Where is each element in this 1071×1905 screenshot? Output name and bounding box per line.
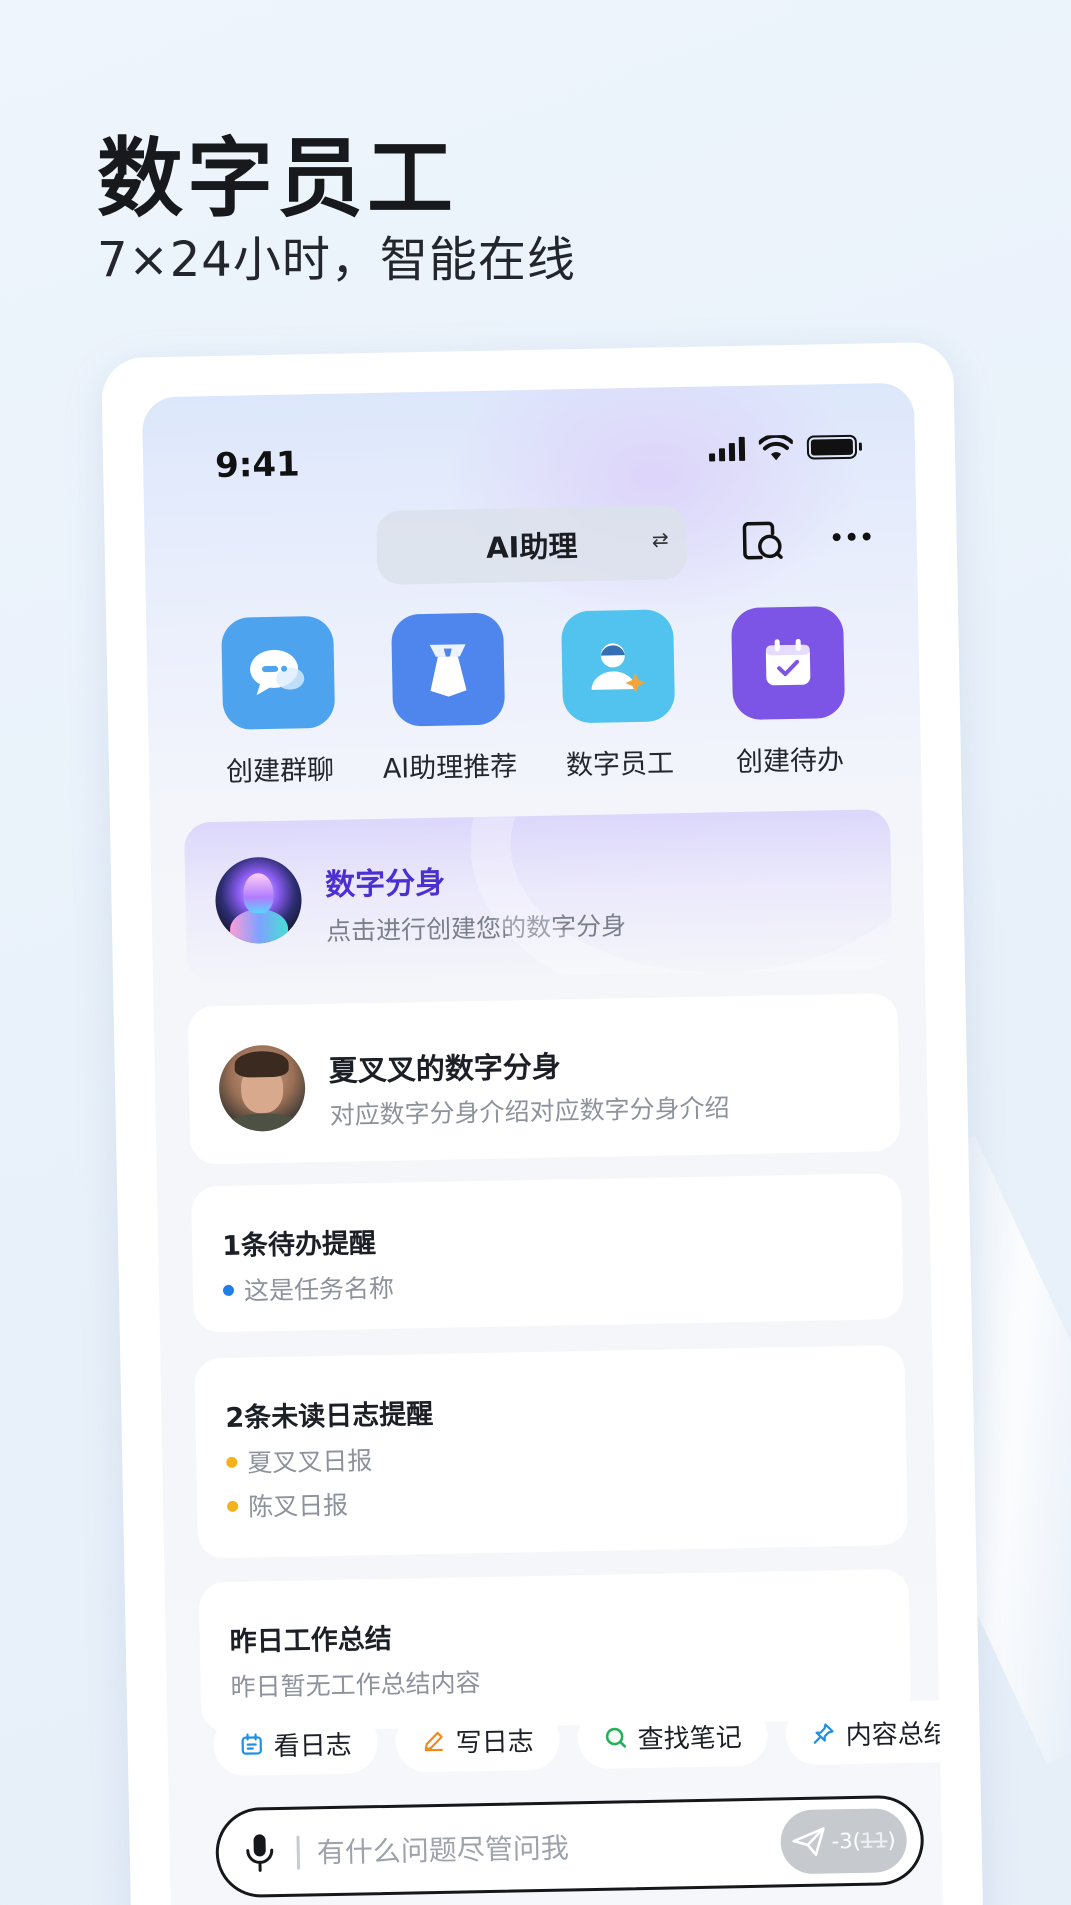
- todo-title: 1条待办提醒: [221, 1228, 377, 1263]
- battery-icon: [806, 434, 858, 460]
- send-icon: [792, 1827, 825, 1857]
- search-icon: [605, 1727, 627, 1748]
- quick-action-label: 创建待办: [735, 744, 845, 779]
- todo-item: 这是任务名称: [222, 1269, 395, 1308]
- chat-history-icon[interactable]: [736, 513, 787, 564]
- quick-action-create-todo[interactable]: 创建待办: [712, 605, 865, 780]
- chip-label: 写日志: [455, 1726, 535, 1759]
- bullet-dot: [227, 1500, 239, 1512]
- clone-name: 夏叉叉的数字分身: [328, 1049, 562, 1088]
- chip-label: 内容总结: [845, 1718, 944, 1751]
- signal-icon: [709, 436, 746, 462]
- assistant-switcher-label: AI助理: [485, 529, 578, 565]
- phone-frame: 9:41 AI助理 ⇄ 创建群聊 AI助理推荐 数字员工 创建待办 数字分身 点…: [101, 341, 984, 1905]
- microphone-icon[interactable]: [242, 1832, 277, 1879]
- send-button[interactable]: -3(11): [780, 1807, 908, 1875]
- status-time: 9:41: [214, 444, 301, 487]
- quick-action-ai-recommend[interactable]: AI助理推荐: [372, 612, 525, 786]
- chat-input-bar: 有什么问题尽管问我 -3(11): [214, 1794, 925, 1899]
- send-count: -3(11): [831, 1828, 896, 1854]
- employee-icon: [561, 609, 676, 724]
- calendar-check-icon: [730, 605, 846, 721]
- hero-title: 数字员工: [97, 129, 457, 229]
- chip-content-summary[interactable]: 内容总结: [785, 1699, 944, 1766]
- todo-item-text: 这是任务名称: [243, 1273, 395, 1306]
- switch-arrows-icon: ⇄: [651, 527, 669, 552]
- hero-subtitle: 7×24小时，智能在线: [97, 232, 576, 288]
- avatar: [218, 1044, 306, 1133]
- log-item[interactable]: 夏叉叉日报: [226, 1441, 373, 1480]
- chip-view-log[interactable]: 看日志: [213, 1711, 379, 1777]
- top-actions: [736, 511, 877, 564]
- phone-screen: 9:41 AI助理 ⇄ 创建群聊 AI助理推荐 数字员工 创建待办 数字分身 点…: [141, 382, 944, 1905]
- summary-title: 昨日工作总结: [229, 1623, 393, 1658]
- tie-icon: [391, 612, 506, 727]
- quick-action-label: 数字员工: [565, 748, 675, 782]
- chip-write-log[interactable]: 写日志: [395, 1707, 561, 1773]
- more-icon[interactable]: [826, 511, 877, 562]
- pencil-icon: [424, 1731, 443, 1752]
- top-bar: AI助理 ⇄: [144, 501, 917, 592]
- bullet-dot: [222, 1284, 235, 1296]
- log-item[interactable]: 陈叉日报: [227, 1486, 349, 1524]
- log-reminder-card[interactable]: 2条未读日志提醒 夏叉叉日报 陈叉日报: [194, 1344, 909, 1559]
- status-bar: 9:41: [142, 383, 916, 508]
- digital-clone-title: 数字分身: [324, 865, 446, 903]
- quick-action-label: 创建群聊: [225, 754, 335, 788]
- quick-action-digital-employee[interactable]: 数字员工: [542, 609, 695, 783]
- chat-input[interactable]: 有什么问题尽管问我: [316, 1826, 569, 1871]
- calendar-icon: [241, 1733, 262, 1755]
- shortcut-chips: 看日志 写日志 查找笔记 内容总结: [213, 1699, 944, 1785]
- quick-action-create-group[interactable]: 创建群聊: [202, 615, 355, 789]
- personal-clone-card[interactable]: 夏叉叉的数字分身 对应数字分身介绍对应数字分身介绍: [187, 993, 901, 1165]
- todo-reminder-card[interactable]: 1条待办提醒 这是任务名称: [190, 1172, 904, 1333]
- pin-icon: [813, 1723, 834, 1744]
- chip-label: 看日志: [273, 1730, 353, 1762]
- count-struck: 11: [860, 1828, 888, 1853]
- log-item-text: 陈叉日报: [247, 1490, 349, 1522]
- input-divider: [296, 1835, 301, 1870]
- chip-find-notes[interactable]: 查找笔记: [577, 1703, 769, 1770]
- status-icons: [709, 434, 858, 463]
- bullet-dot: [226, 1456, 238, 1468]
- quick-action-label: AI助理推荐: [382, 751, 518, 785]
- log-item-text: 夏叉叉日报: [247, 1446, 373, 1478]
- quick-actions: 创建群聊 AI助理推荐 数字员工 创建待办: [202, 605, 865, 790]
- digital-clone-banner[interactable]: 数字分身 点击进行创建您的数字分身: [184, 809, 893, 983]
- chip-label: 查找笔记: [637, 1722, 743, 1755]
- summary-content: 昨日暂无工作总结内容: [230, 1668, 481, 1702]
- chat-bubble-icon: [221, 615, 336, 730]
- digital-clone-avatar: [214, 856, 303, 945]
- clone-description: 对应数字分身介绍对应数字分身介绍: [329, 1093, 730, 1130]
- log-reminder-title: 2条未读日志提醒: [225, 1398, 434, 1434]
- digital-clone-subtitle: 点击进行创建您的数字分身: [325, 911, 627, 946]
- wifi-icon: [758, 434, 794, 461]
- assistant-switcher[interactable]: AI助理 ⇄: [376, 504, 688, 585]
- count-prefix: -3: [831, 1829, 853, 1854]
